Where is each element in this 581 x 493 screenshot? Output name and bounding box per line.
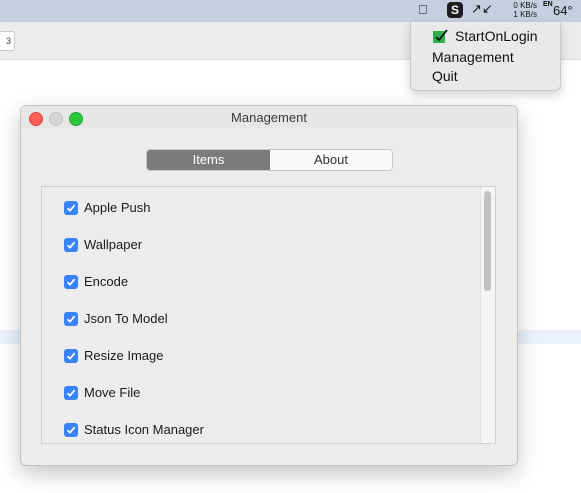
expand-arrows-icon[interactable]: ↗↙ xyxy=(471,1,493,17)
startonlogin-icon xyxy=(433,29,448,43)
item-label: Status Icon Manager xyxy=(84,422,204,437)
menu-item-management[interactable]: Management xyxy=(432,49,514,65)
scrollbar-thumb[interactable] xyxy=(484,191,491,291)
item-label: Encode xyxy=(84,274,129,289)
tab-about[interactable]: About xyxy=(270,150,392,170)
network-speed-widget[interactable]: 0 KB/s 1 KB/s xyxy=(504,1,537,19)
item-checkbox[interactable] xyxy=(64,275,78,289)
window-title: Management xyxy=(231,110,307,125)
list-scrollbar[interactable] xyxy=(480,187,495,443)
check-icon xyxy=(66,241,76,249)
apple-icon[interactable]:  xyxy=(418,2,428,17)
item-checkbox[interactable] xyxy=(64,386,78,400)
item-checkbox[interactable] xyxy=(64,201,78,215)
item-label: Apple Push xyxy=(84,200,151,215)
check-icon xyxy=(66,278,76,286)
item-label: Wallpaper xyxy=(84,237,143,252)
menu-item-startonlogin[interactable]: StartOnLogin xyxy=(455,28,538,44)
item-label: Move File xyxy=(84,385,141,400)
item-checkbox[interactable] xyxy=(64,349,78,363)
tab-control: Items About xyxy=(146,149,393,171)
tab-items[interactable]: Items xyxy=(147,150,270,170)
background-tab[interactable]: 3 xyxy=(0,31,15,51)
items-list: Apple Push Wallpaper Encode Json To Mode… xyxy=(41,186,496,444)
temperature[interactable]: 64° xyxy=(553,3,573,18)
status-menu-dropdown: StartOnLogin Management Quit xyxy=(410,22,561,91)
input-language[interactable]: EN xyxy=(543,1,553,8)
menu-item-quit[interactable]: Quit xyxy=(432,68,458,84)
item-checkbox[interactable] xyxy=(64,423,78,437)
check-icon xyxy=(66,352,76,360)
check-icon xyxy=(66,315,76,323)
management-window: Management Items About Apple Push Wallpa… xyxy=(20,105,518,466)
menu-bar:  S ↗↙ 0 KB/s 1 KB/s EN 64° xyxy=(0,0,581,22)
item-checkbox[interactable] xyxy=(64,312,78,326)
item-label: Json To Model xyxy=(84,311,168,326)
check-icon xyxy=(66,204,76,212)
s-app-icon[interactable]: S xyxy=(447,2,463,18)
title-bar[interactable]: Management xyxy=(21,106,517,128)
check-icon xyxy=(66,389,76,397)
item-checkbox[interactable] xyxy=(64,238,78,252)
item-label: Resize Image xyxy=(84,348,164,363)
check-icon xyxy=(66,426,76,434)
net-download-speed: 1 KB/s xyxy=(513,10,537,19)
net-upload-speed: 0 KB/s xyxy=(513,1,537,10)
